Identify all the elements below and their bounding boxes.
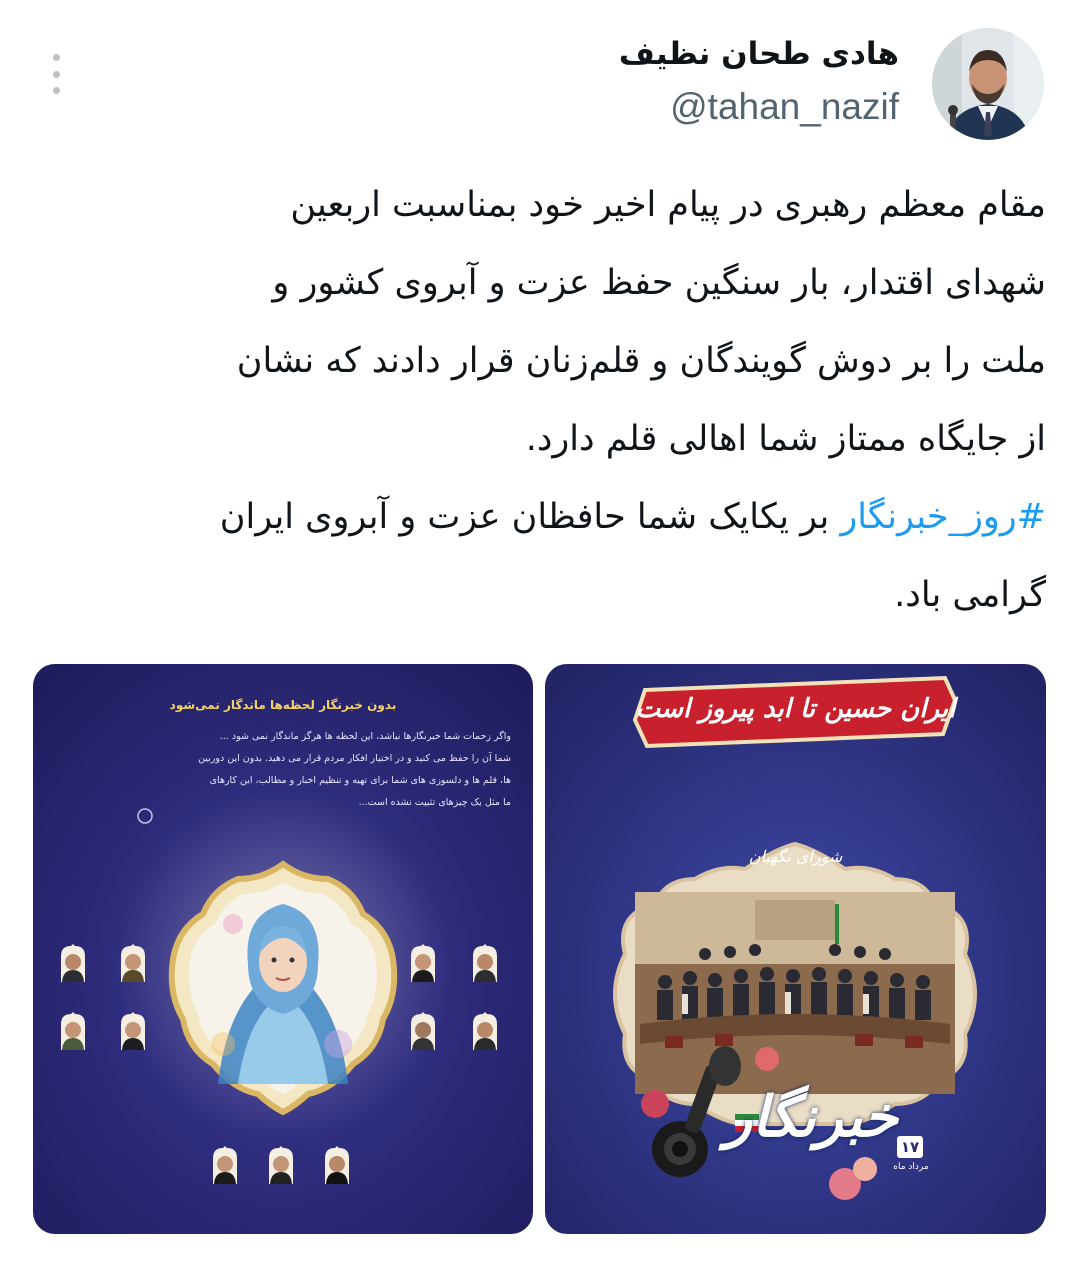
poster-right-day-word: خبرنگار (725, 1084, 899, 1150)
media-image-left[interactable]: بدون خبرنگار لحظه‌ها ماندگار نمی‌شود واگ… (33, 664, 533, 1234)
avatar[interactable] (932, 28, 1044, 140)
author-name[interactable]: هادی طحان نظیف (619, 36, 899, 72)
author-handle[interactable]: @tahan_nazif (670, 86, 899, 128)
poster-right-date-number: ۱۷ (900, 1138, 920, 1156)
more-options-icon[interactable] (44, 54, 68, 94)
poster-left-title: بدون خبرنگار لحظه‌ها ماندگار نمی‌شود (169, 698, 397, 712)
tweet-line-1: مقام معظم رهبری در پیام اخیر خود بمناسبت… (290, 185, 1046, 225)
tweet: هادی طحان نظیف @tahan_nazif مقام معظم ره… (0, 0, 1079, 1264)
poster-left-line-2: شما آن را حفظ می کنید و در اختیار افکار … (198, 753, 511, 764)
poster-left-line-3: ها، قلم ها و دلسوزی های شما برای تهیه و … (209, 775, 511, 786)
tweet-text: مقام معظم رهبری در پیام اخیر خود بمناسبت… (28, 166, 1046, 634)
tweet-line-4: از جایگاه ممتاز شما اهالی قلم دارد. (525, 419, 1046, 459)
tweet-line-5-text: بر یکایک شما حافظان عزت و آبروی ایران (219, 497, 841, 537)
poster-right-date-month: مرداد ماه (893, 1162, 929, 1172)
poster-left-paragraph: واگر زحمات شما خبرنگارها نباشد، این لحظه… (55, 726, 511, 814)
tweet-line-6: گرامی باد. (894, 575, 1046, 615)
poster-right-banner: ایران حسین تا ابد پیروز است (635, 694, 956, 724)
tweet-line-3: ملت را بر دوش گویندگان و قلم‌زنان قرار د… (236, 341, 1046, 381)
poster-right-council: شورای نگهبان (748, 847, 843, 866)
tweet-line-5: #روز_خبرنگار بر یکایک شما حافظان عزت و آ… (28, 478, 1046, 556)
tweet-line-2: شهدای اقتدار، بار سنگین حفظ عزت و آبروی … (272, 263, 1046, 303)
hashtag-link[interactable]: #روز_خبرنگار (840, 497, 1046, 537)
poster-left-line-4: ما مثل یک چیزهای تثبیت نشده است... (358, 797, 511, 808)
media-image-right[interactable]: ایران حسین تا ابد پیروز است شورای نگهبان… (545, 664, 1046, 1234)
poster-left-line-1: واگر زحمات شما خبرنگارها نباشد، این لحظه… (219, 731, 511, 742)
